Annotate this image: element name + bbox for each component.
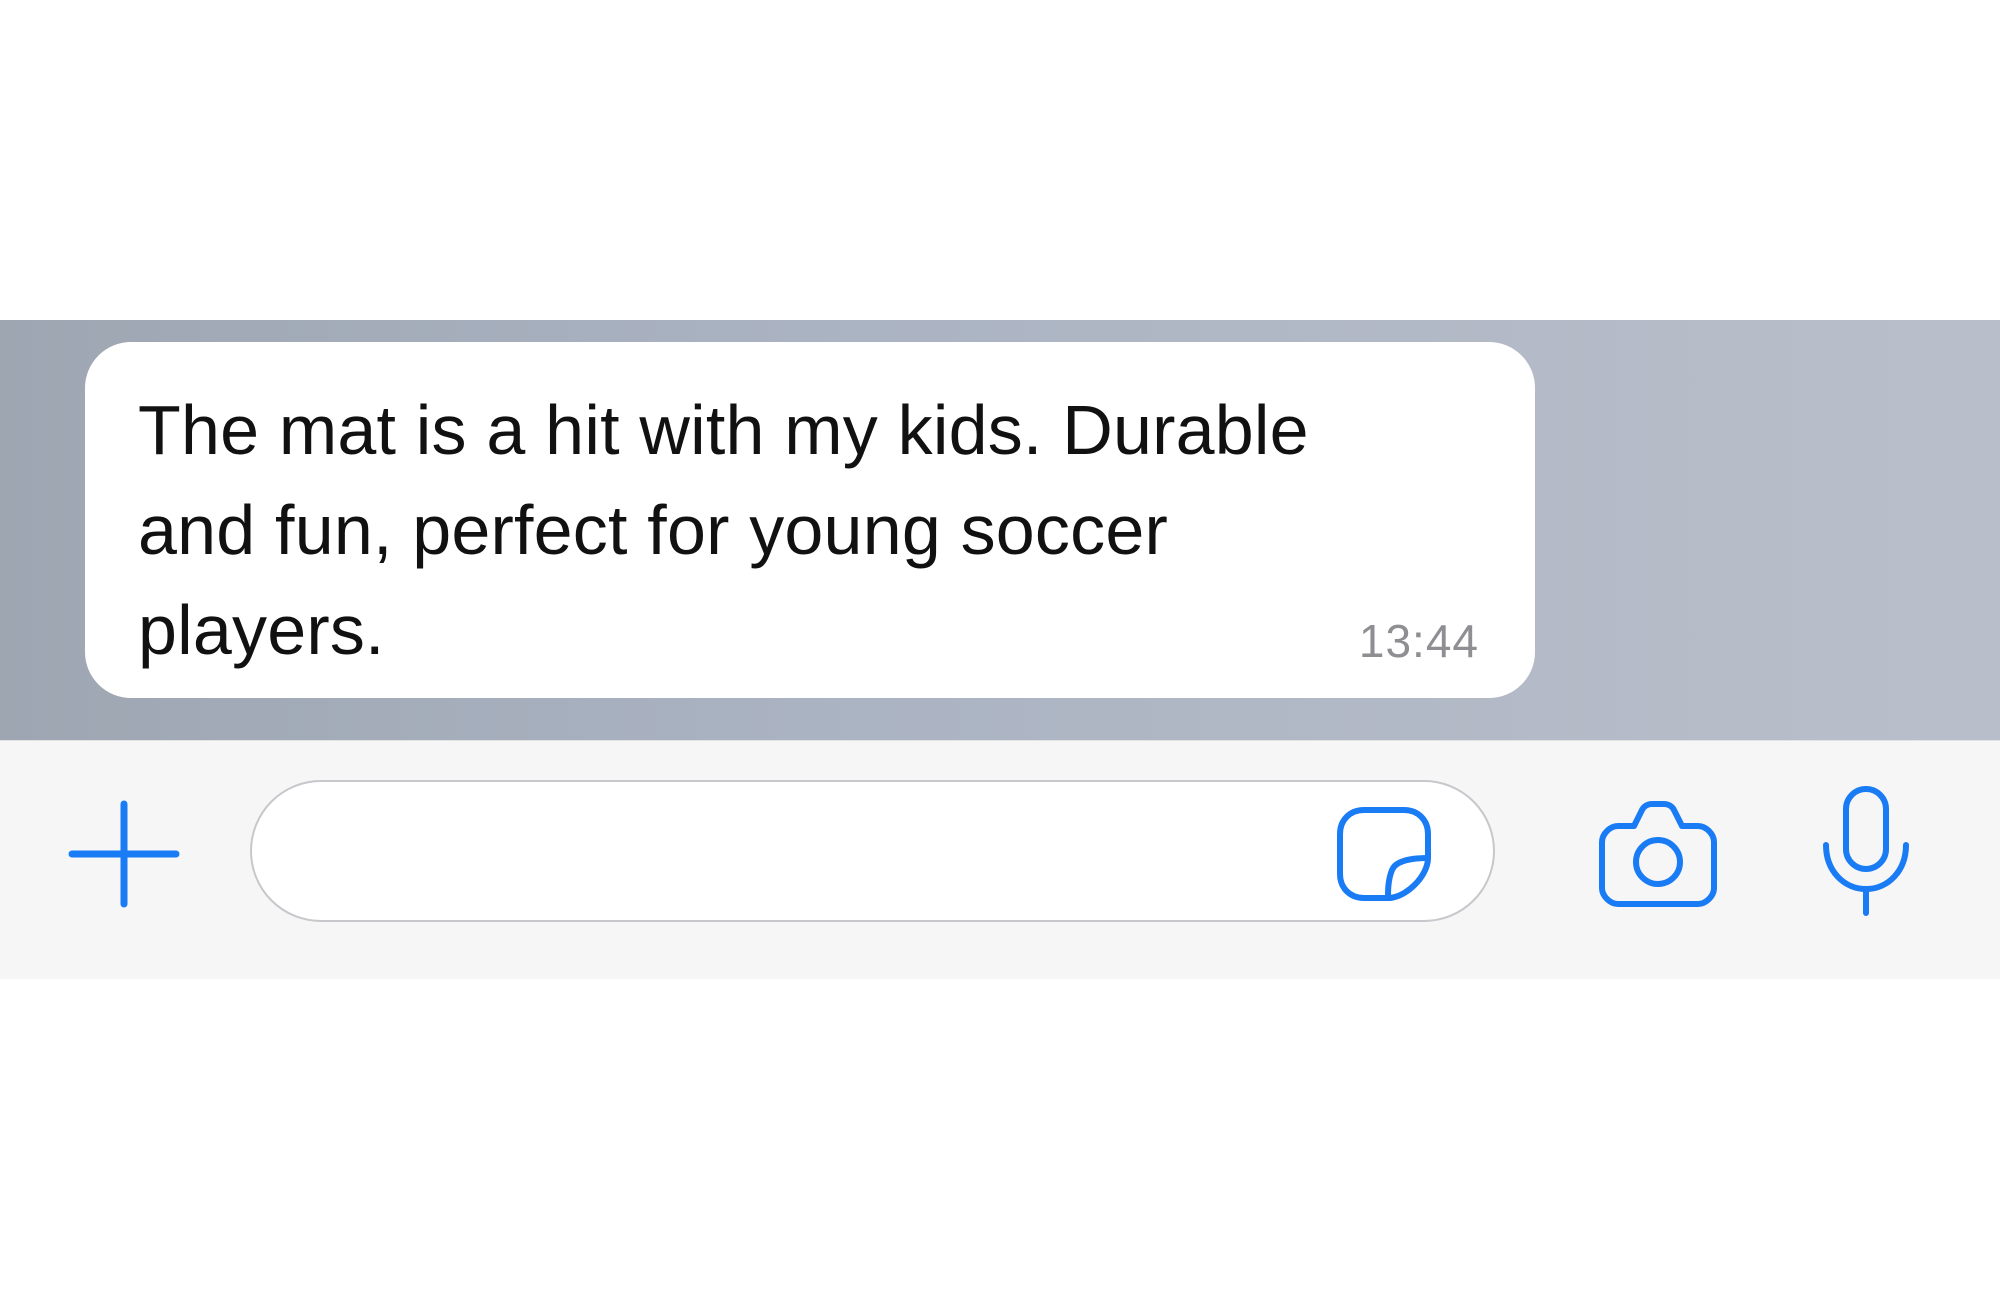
sticker-icon [1337,807,1431,901]
message-bubble-body: The mat is a hit with my kids. Durable a… [85,342,1535,698]
sticker-button[interactable] [1334,804,1434,904]
chat-screen: The mat is a hit with my kids. Durable a… [0,0,2000,1300]
message-timestamp: 13:44 [1358,615,1479,667]
chat-background: The mat is a hit with my kids. Durable a… [0,320,2000,740]
message-input-field[interactable] [250,780,1495,922]
microphone-icon [1823,786,1909,916]
message-input[interactable] [292,802,1296,904]
message-text: The mat is a hit with my kids. Durable a… [138,391,1309,669]
plus-icon [68,800,180,908]
add-attachment-button[interactable] [66,796,182,912]
message-composer [0,740,2000,979]
camera-button[interactable] [1596,796,1720,912]
message-bubble-incoming[interactable]: The mat is a hit with my kids. Durable a… [50,342,1540,698]
voice-record-button[interactable] [1818,783,1914,919]
camera-icon [1599,801,1717,907]
